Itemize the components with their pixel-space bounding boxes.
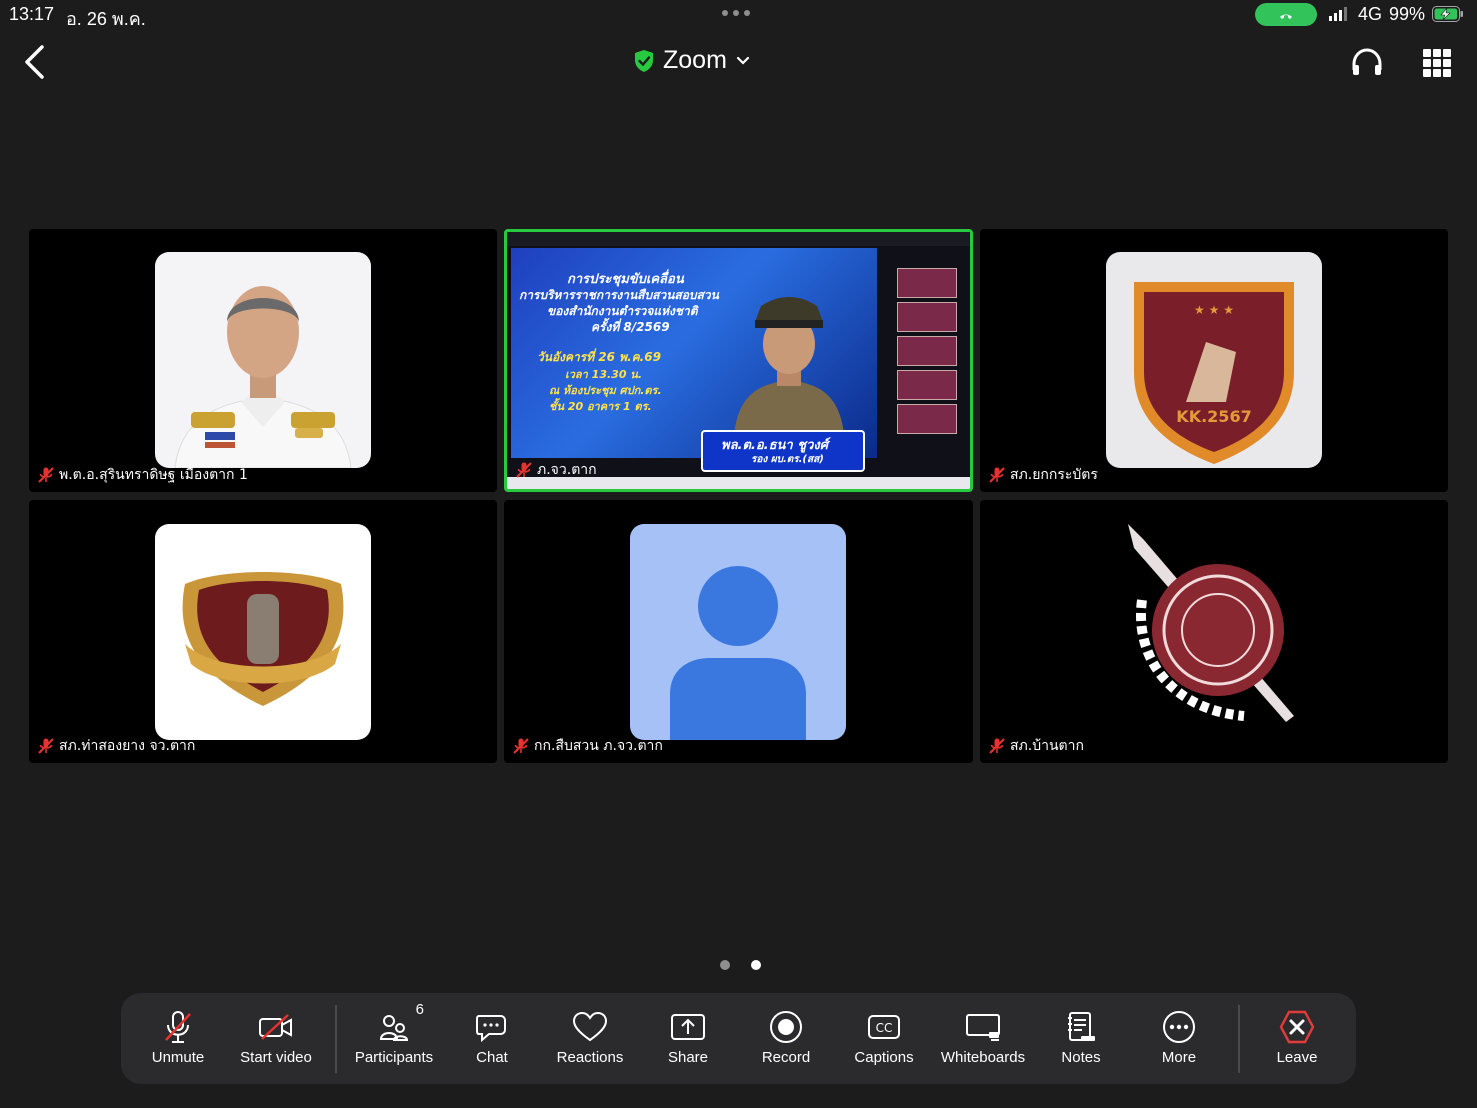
participant-name: พ.ต.อ.สุรินทราดิษฐ เมืองตาก 1 (59, 467, 248, 483)
chevron-down-icon (736, 56, 750, 65)
notes-button[interactable]: Notes (1032, 993, 1130, 1084)
more-button[interactable]: More (1130, 993, 1228, 1084)
video-tile[interactable]: สภ.บ้านตาก (980, 500, 1448, 763)
participant-name-bar: สภ.ท่าสองยาง จว.ตาก (37, 735, 195, 757)
chat-icon (474, 1009, 510, 1045)
unmute-button[interactable]: Unmute (129, 993, 227, 1084)
participant-name-bar: กก.สืบสวน ภ.จว.ตาก (512, 735, 663, 757)
status-bar: 13:17 อ. 26 พ.ค. 4G 99% (0, 0, 1477, 30)
multitasking-dots-icon[interactable] (722, 10, 750, 16)
shared-screen: การประชุมขับเคลื่อน การบริหารราชการงานสื… (507, 232, 970, 489)
participant-avatar: ★ ★ ★ KK.2567 (1106, 252, 1322, 468)
video-tile[interactable]: พ.ต.อ.สุรินทราดิษฐ เมืองตาก 1 (29, 229, 497, 492)
start-video-button[interactable]: Start video (227, 993, 325, 1084)
status-time: 13:17 (9, 4, 55, 24)
back-chevron-icon[interactable] (22, 44, 48, 80)
video-off-icon (258, 1009, 294, 1045)
participant-avatar (1128, 524, 1294, 722)
call-active-icon[interactable] (1255, 3, 1317, 26)
toolbar-divider (335, 1005, 337, 1073)
more-label: More (1161, 1049, 1197, 1066)
unmute-label: Unmute (151, 1049, 205, 1066)
participant-name-bar: ภ.จว.ตาก (515, 459, 597, 481)
captions-icon: CC (866, 1009, 902, 1045)
mic-muted-icon (38, 738, 54, 754)
participant-name-bar: พ.ต.อ.สุรินทราดิษฐ เมืองตาก 1 (37, 464, 248, 486)
heart-icon (572, 1009, 608, 1045)
video-tile[interactable]: สภ.ท่าสองยาง จว.ตาก (29, 500, 497, 763)
participant-name: กก.สืบสวน ภ.จว.ตาก (534, 738, 663, 754)
participants-count-badge: 6 (415, 1001, 424, 1018)
default-user-avatar-icon (630, 524, 846, 740)
page-dot[interactable] (720, 960, 730, 970)
start-video-label: Start video (240, 1049, 312, 1066)
battery-charging-icon (1432, 6, 1463, 22)
whiteboards-button[interactable]: Whiteboards (934, 993, 1032, 1084)
toolbar-divider (1238, 1005, 1240, 1073)
slide-headline: ครั้งที่ 8/2569 (591, 320, 670, 334)
record-button[interactable]: Record (737, 993, 835, 1084)
video-tile[interactable]: กก.สืบสวน ภ.จว.ตาก (504, 500, 973, 763)
network-type: 4G (1358, 4, 1383, 24)
participants-icon: 6 (376, 1001, 424, 1045)
captions-button[interactable]: CC Captions (835, 993, 933, 1084)
speaker-caption: พล.ต.อ.ธนา ชูวงศ์ รอง ผบ.ตร.(สส) (701, 430, 865, 472)
mic-muted-icon (989, 467, 1005, 483)
status-date: อ. 26 พ.ค. (66, 9, 146, 29)
chat-button[interactable]: Chat (443, 993, 541, 1084)
whiteboard-icon (965, 1009, 1001, 1045)
notes-icon (1063, 1009, 1099, 1045)
leave-label: Leave (1276, 1049, 1318, 1066)
share-button[interactable]: Share (639, 993, 737, 1084)
record-icon (768, 1009, 804, 1045)
share-label: Share (667, 1049, 709, 1066)
participant-name: ภ.จว.ตาก (537, 462, 597, 478)
participant-name-bar: สภ.บ้านตาก (988, 735, 1084, 757)
mic-muted-icon (160, 1009, 196, 1045)
shield-check-icon (635, 49, 653, 72)
participant-name: สภ.ยกกระบัตร (1010, 467, 1098, 483)
reactions-button[interactable]: Reactions (541, 993, 639, 1084)
record-label: Record (761, 1049, 811, 1066)
participants-button[interactable]: 6 Participants (345, 993, 443, 1084)
signal-icon (1329, 7, 1347, 21)
participant-avatar (155, 252, 371, 468)
mic-muted-icon (516, 462, 532, 478)
grid-apps-icon[interactable] (1423, 49, 1451, 77)
participant-name-bar: สภ.ยกกระบัตร (988, 464, 1098, 486)
leave-button[interactable]: Leave (1248, 993, 1346, 1084)
share-screen-icon (670, 1009, 706, 1045)
notes-label: Notes (1061, 1049, 1101, 1066)
meeting-title-button[interactable]: Zoom (633, 46, 751, 75)
mic-muted-icon (513, 738, 529, 754)
meeting-toolbar: Unmute Start video 6 Participants Chat R… (121, 993, 1356, 1084)
participant-name: สภ.บ้านตาก (1010, 738, 1084, 754)
participants-label: Participants (354, 1049, 434, 1066)
chat-label: Chat (476, 1049, 508, 1066)
video-tile[interactable]: ★ ★ ★ KK.2567 สภ.ยกกระบัตร (980, 229, 1448, 492)
svg-text:★ ★ ★: ★ ★ ★ (1194, 303, 1234, 317)
speaker-photo (734, 297, 844, 434)
meeting-title: Zoom (663, 46, 727, 74)
whiteboards-label: Whiteboards (940, 1049, 1026, 1066)
participant-name: สภ.ท่าสองยาง จว.ตาก (59, 738, 196, 754)
more-dots-icon (1161, 1009, 1197, 1045)
captions-label: Captions (854, 1049, 914, 1066)
presentation-slide: การประชุมขับเคลื่อน การบริหารราชการงานสื… (511, 248, 877, 472)
thumbnail-strip (897, 268, 957, 438)
svg-text:KK.2567: KK.2567 (1176, 407, 1251, 426)
video-tile-active-speaker[interactable]: การประชุมขับเคลื่อน การบริหารราชการงานสื… (504, 229, 973, 492)
page-indicator[interactable] (720, 960, 761, 970)
mic-muted-icon (989, 738, 1005, 754)
page-dot[interactable] (751, 960, 761, 970)
battery-percent: 99% (1389, 4, 1426, 24)
leave-x-icon (1279, 1009, 1315, 1045)
reactions-label: Reactions (556, 1049, 624, 1066)
slide-place: ชั้น 20 อาคาร 1 ตร. (549, 400, 652, 413)
mic-muted-icon (38, 467, 54, 483)
headphones-icon[interactable] (1350, 46, 1384, 80)
svg-text:CC: CC (876, 1021, 893, 1035)
participant-avatar (155, 524, 371, 740)
